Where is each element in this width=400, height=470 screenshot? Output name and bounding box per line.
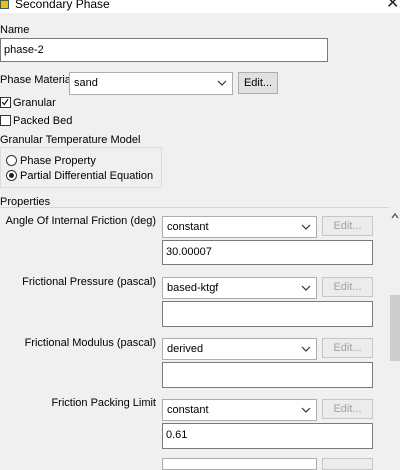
granular-checkbox[interactable] <box>0 97 11 108</box>
angle-internal-friction-method-value: constant <box>167 221 209 233</box>
pde-label: Partial Differential Equation <box>20 170 154 182</box>
chevron-down-icon <box>217 80 227 86</box>
name-label: Name <box>0 24 30 36</box>
friction-packing-limit-method[interactable]: constant <box>162 399 317 421</box>
scroll-up-icon[interactable] <box>390 210 400 222</box>
chevron-down-icon <box>301 224 311 230</box>
phase-material-value: sand <box>74 77 98 89</box>
next-property-method[interactable] <box>162 458 317 470</box>
phase-material-dropdown[interactable]: sand <box>69 72 233 95</box>
friction-packing-limit-input[interactable]: 0.61 <box>162 423 373 449</box>
frictional-pressure-method[interactable]: based-ktgf <box>162 277 317 299</box>
granular-label: Granular <box>13 97 56 109</box>
chevron-down-icon <box>301 346 311 352</box>
friction-packing-limit-label: Friction Packing Limit <box>51 397 156 409</box>
next-property-edit-button[interactable] <box>322 458 373 470</box>
frictional-modulus-method[interactable]: derived <box>162 338 317 360</box>
app-icon <box>0 0 9 9</box>
frictional-modulus-label: Frictional Modulus (pascal) <box>24 337 156 349</box>
packed-bed-label: Packed Bed <box>13 115 73 127</box>
phase-property-radio[interactable] <box>6 155 17 166</box>
checkmark-icon <box>1 98 9 106</box>
frictional-pressure-method-value: based-ktgf <box>167 282 219 294</box>
name-input[interactable]: phase-2 <box>0 38 328 62</box>
frictional-pressure-label: Frictional Pressure (pascal) <box>22 276 156 288</box>
chevron-down-icon <box>301 285 311 291</box>
angle-internal-friction-method[interactable]: constant <box>162 216 317 238</box>
angle-internal-friction-input[interactable]: 30.00007 <box>162 240 373 265</box>
angle-internal-friction-edit-button[interactable]: Edit... <box>322 216 373 236</box>
angle-internal-friction-label: Angle Of Internal Friction (deg) <box>5 215 156 227</box>
scroll-thumb[interactable] <box>390 295 400 361</box>
friction-packing-limit-edit-button[interactable]: Edit... <box>322 399 373 419</box>
frictional-modulus-input[interactable] <box>162 362 373 388</box>
pde-radio[interactable] <box>6 170 17 181</box>
frictional-modulus-method-value: derived <box>167 343 204 355</box>
chevron-down-icon <box>301 407 311 413</box>
phase-property-label: Phase Property <box>20 155 96 167</box>
frictional-pressure-input[interactable] <box>162 301 373 327</box>
granular-temperature-model-label: Granular Temperature Model <box>0 134 141 146</box>
packed-bed-checkbox[interactable] <box>0 115 11 126</box>
phase-material-label: Phase Material <box>0 74 74 86</box>
window-title: Secondary Phase <box>15 0 110 11</box>
close-icon[interactable]: ✕ <box>386 0 399 12</box>
friction-packing-limit-method-value: constant <box>167 404 209 416</box>
frictional-modulus-edit-button[interactable]: Edit... <box>322 338 373 358</box>
frictional-pressure-edit-button[interactable]: Edit... <box>322 277 373 297</box>
phase-material-edit-button[interactable]: Edit... <box>238 72 278 94</box>
